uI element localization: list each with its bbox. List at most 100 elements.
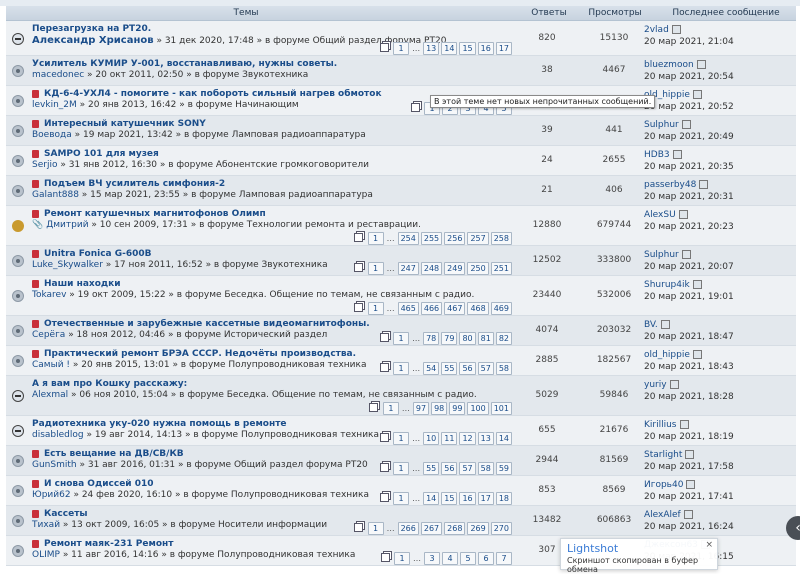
topic-title-link[interactable]: Ремонт маяк-231 Ремонт bbox=[44, 539, 173, 549]
page-link[interactable]: 18 bbox=[495, 491, 512, 505]
topic-title-link[interactable]: Усилитель КУМИР У-001, восстанавливаю, н… bbox=[32, 59, 337, 69]
page-link[interactable]: 466 bbox=[420, 301, 443, 315]
view-latest-post-icon[interactable] bbox=[692, 90, 702, 99]
page-link[interactable]: 250 bbox=[467, 261, 489, 275]
page-link[interactable]: 1 bbox=[393, 331, 410, 345]
page-link[interactable]: 1 bbox=[393, 431, 410, 445]
view-latest-post-icon[interactable] bbox=[686, 480, 696, 489]
topic-author-link[interactable]: GunSmith bbox=[32, 460, 77, 470]
topic-row[interactable]: Кассеты Тихай » 13 окт 2009, 16:05 » в фо… bbox=[6, 506, 796, 536]
view-latest-post-icon[interactable] bbox=[669, 380, 679, 389]
topic-title-link[interactable]: Ремонт катушечных магнитофонов Олимп bbox=[44, 209, 266, 219]
last-post-author-link[interactable]: bluezmoon bbox=[644, 60, 694, 70]
topic-title-link[interactable]: SAMPO 101 для музея bbox=[44, 149, 159, 159]
page-link[interactable]: 101 bbox=[490, 401, 512, 415]
topic-title-link[interactable]: Практический ремонт БРЭА СССР. Недочёты … bbox=[44, 349, 356, 359]
page-link[interactable]: 80 bbox=[459, 331, 476, 345]
page-link[interactable]: 6 bbox=[478, 551, 494, 565]
page-link[interactable]: 1 bbox=[394, 551, 410, 565]
page-link[interactable]: 249 bbox=[444, 261, 466, 275]
page-link[interactable]: 267 bbox=[420, 521, 443, 535]
last-post-author-link[interactable]: Игорь40 bbox=[644, 480, 683, 490]
page-link[interactable]: 59 bbox=[495, 461, 512, 475]
page-link[interactable]: 55 bbox=[441, 361, 458, 375]
page-link[interactable]: 1 bbox=[393, 491, 410, 505]
last-post-author-link[interactable]: AlexAlef bbox=[644, 510, 681, 520]
page-link[interactable]: 465 bbox=[397, 301, 419, 315]
view-latest-post-icon[interactable] bbox=[681, 120, 691, 129]
last-post-author-link[interactable]: AlexSU bbox=[644, 210, 676, 220]
page-link[interactable]: 56 bbox=[459, 361, 476, 375]
page-link[interactable]: 5 bbox=[460, 551, 476, 565]
last-post-author-link[interactable]: Starlight bbox=[644, 450, 682, 460]
page-link[interactable]: 1 bbox=[393, 41, 410, 55]
page-link[interactable]: 16 bbox=[459, 491, 476, 505]
page-link[interactable]: 98 bbox=[431, 401, 448, 415]
page-link[interactable]: 266 bbox=[397, 521, 419, 535]
topic-author-link[interactable]: Серёга bbox=[32, 330, 65, 340]
page-link[interactable]: 256 bbox=[444, 231, 466, 245]
topic-row[interactable]: Перезагрузка на РТ20. Александр Хрисанов … bbox=[6, 21, 796, 56]
page-link[interactable]: 17 bbox=[477, 491, 494, 505]
topic-title-link[interactable]: А я вам про Кошку расскажу: bbox=[32, 379, 187, 389]
page-link[interactable]: 58 bbox=[477, 461, 494, 475]
page-link[interactable]: 14 bbox=[423, 491, 440, 505]
topic-row[interactable]: Интересный катушечник SONY Воевода » 19 м… bbox=[6, 116, 796, 146]
page-link[interactable]: 82 bbox=[495, 331, 512, 345]
page-link[interactable]: 1 bbox=[367, 261, 384, 275]
page-link[interactable]: 257 bbox=[467, 231, 489, 245]
topic-row[interactable]: А я вам про Кошку расскажу: Alexmal » 06 … bbox=[6, 376, 796, 416]
page-link[interactable]: 81 bbox=[477, 331, 494, 345]
topic-title-link[interactable]: Наши находки bbox=[44, 279, 121, 289]
topic-row[interactable]: SAMPO 101 для музея Serjio » 31 янв 2012,… bbox=[6, 146, 796, 176]
topic-author-link[interactable]: Alexmal bbox=[32, 390, 68, 400]
page-link[interactable]: 56 bbox=[441, 461, 458, 475]
page-link[interactable]: 254 bbox=[397, 231, 419, 245]
view-latest-post-icon[interactable] bbox=[699, 180, 709, 189]
topic-author-link[interactable]: Tokarev bbox=[32, 290, 66, 300]
page-link[interactable]: 13 bbox=[423, 41, 440, 55]
view-latest-post-icon[interactable] bbox=[681, 250, 691, 259]
topic-title-link[interactable]: Подъем ВЧ усилитель симфония-2 bbox=[44, 179, 225, 189]
view-latest-post-icon[interactable] bbox=[685, 450, 695, 459]
topic-row[interactable]: КД-6-4-УХЛ4 - помогите - как побороть си… bbox=[6, 86, 796, 116]
topic-row[interactable]: Подъем ВЧ усилитель симфония-2 Galant888 … bbox=[6, 176, 796, 206]
page-link[interactable]: 255 bbox=[420, 231, 443, 245]
topic-title-link[interactable]: И снова Одиссей 010 bbox=[44, 479, 154, 489]
topic-row[interactable]: Unitra Fonica G-600B Luke_Skywalker » 17 … bbox=[6, 246, 796, 276]
topic-title-link[interactable]: Радиотехника уку-020 нужна помощь в ремо… bbox=[32, 419, 287, 429]
page-link[interactable]: 1 bbox=[367, 521, 384, 535]
topic-author-link[interactable]: OLIMP bbox=[32, 550, 60, 560]
page-link[interactable]: 251 bbox=[490, 261, 512, 275]
page-link[interactable]: 248 bbox=[420, 261, 443, 275]
last-post-author-link[interactable]: yuriy bbox=[644, 380, 667, 390]
topic-author-link[interactable]: Тихай bbox=[32, 520, 60, 530]
topic-author-link[interactable]: Воевода bbox=[32, 130, 72, 140]
topic-title-link[interactable]: КД-6-4-УХЛ4 - помогите - как побороть си… bbox=[44, 89, 382, 99]
topic-author-link[interactable]: macedonec bbox=[32, 70, 84, 80]
topic-row[interactable]: Ремонт катушечных магнитофонов Олимп 📎 Дми… bbox=[6, 206, 796, 246]
close-icon[interactable]: × bbox=[705, 540, 713, 550]
page-link[interactable]: 14 bbox=[495, 431, 512, 445]
topic-row[interactable]: Практический ремонт БРЭА СССР. Недочёты … bbox=[6, 346, 796, 376]
page-link[interactable]: 54 bbox=[423, 361, 440, 375]
page-link[interactable]: 7 bbox=[496, 551, 512, 565]
view-latest-post-icon[interactable] bbox=[678, 210, 688, 219]
view-latest-post-icon[interactable] bbox=[692, 350, 702, 359]
page-link[interactable]: 1 bbox=[393, 461, 410, 475]
topic-author-link[interactable]: disabledlog bbox=[32, 430, 84, 440]
page-link[interactable]: 17 bbox=[495, 41, 512, 55]
page-link[interactable]: 97 bbox=[412, 401, 430, 415]
page-link[interactable]: 4 bbox=[442, 551, 458, 565]
topic-row[interactable]: Есть вещание на ДВ/СВ/КВ GunSmith » 31 ав… bbox=[6, 446, 796, 476]
page-link[interactable]: 268 bbox=[444, 521, 466, 535]
view-latest-post-icon[interactable] bbox=[683, 510, 693, 519]
last-post-author-link[interactable]: Sulphur bbox=[644, 250, 679, 260]
page-link[interactable]: 99 bbox=[449, 401, 466, 415]
page-link[interactable]: 469 bbox=[490, 301, 512, 315]
view-latest-post-icon[interactable] bbox=[679, 420, 689, 429]
topic-row[interactable]: Радиотехника уку-020 нужна помощь в ремо… bbox=[6, 416, 796, 446]
topic-title-link[interactable]: Unitra Fonica G-600B bbox=[44, 249, 152, 259]
last-post-author-link[interactable]: passerby48 bbox=[644, 180, 696, 190]
page-link[interactable]: 58 bbox=[495, 361, 512, 375]
